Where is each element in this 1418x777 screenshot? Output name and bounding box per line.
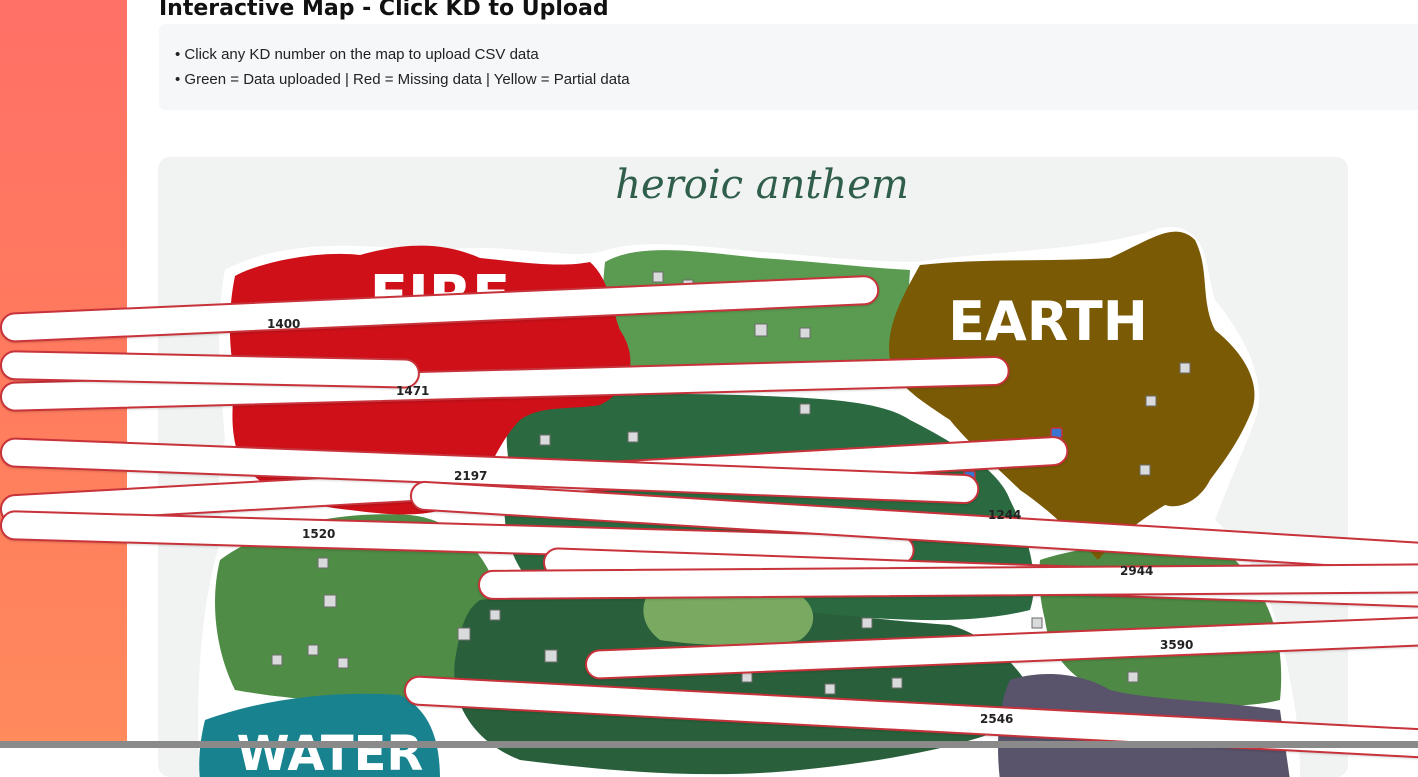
castle-icon bbox=[1179, 362, 1191, 374]
page-title: Interactive Map - Click KD to Upload bbox=[159, 0, 609, 21]
castle-icon bbox=[544, 649, 558, 663]
instruction-line-upload: • Click any KD number on the map to uplo… bbox=[175, 46, 539, 63]
castle-icon bbox=[307, 644, 319, 656]
kd-label-2546[interactable]: 2546 bbox=[980, 712, 1013, 726]
castle-icon bbox=[489, 609, 501, 621]
castle-icon bbox=[627, 431, 639, 443]
castle-icon bbox=[1127, 671, 1139, 683]
region-label-water: WATER bbox=[237, 726, 424, 777]
castle-icon bbox=[891, 677, 903, 689]
kd-label-1244[interactable]: 1244 bbox=[988, 508, 1021, 522]
castle-icon bbox=[1139, 464, 1151, 476]
castle-icon bbox=[652, 271, 664, 283]
castle-icon bbox=[323, 594, 337, 608]
kd-label-1400[interactable]: 1400 bbox=[267, 317, 300, 331]
castle-icon bbox=[861, 617, 873, 629]
instructions-box: • Click any KD number on the map to uplo… bbox=[159, 24, 1418, 110]
region-label-earth: EARTH bbox=[948, 290, 1148, 353]
instruction-line-legend: • Green = Data uploaded | Red = Missing … bbox=[175, 71, 630, 88]
kd-label-2197[interactable]: 2197 bbox=[454, 469, 487, 483]
kd-label-2944[interactable]: 2944 bbox=[1120, 564, 1153, 578]
castle-icon bbox=[754, 323, 768, 337]
castle-icon bbox=[1031, 617, 1043, 629]
castle-icon bbox=[337, 657, 349, 669]
castle-icon bbox=[539, 434, 551, 446]
castle-icon bbox=[271, 654, 283, 666]
castle-icon bbox=[824, 683, 836, 695]
kd-label-1520[interactable]: 1520 bbox=[302, 527, 335, 541]
kd-label-3590[interactable]: 3590 bbox=[1160, 638, 1193, 652]
castle-icon bbox=[457, 627, 471, 641]
castle-icon bbox=[317, 557, 329, 569]
castle-icon bbox=[799, 327, 811, 339]
castle-icon bbox=[799, 403, 811, 415]
map-heading: heroic anthem bbox=[615, 162, 909, 208]
window-bottom-bar bbox=[0, 741, 1418, 748]
kd-label-1471[interactable]: 1471 bbox=[396, 384, 429, 398]
castle-icon bbox=[1145, 395, 1157, 407]
